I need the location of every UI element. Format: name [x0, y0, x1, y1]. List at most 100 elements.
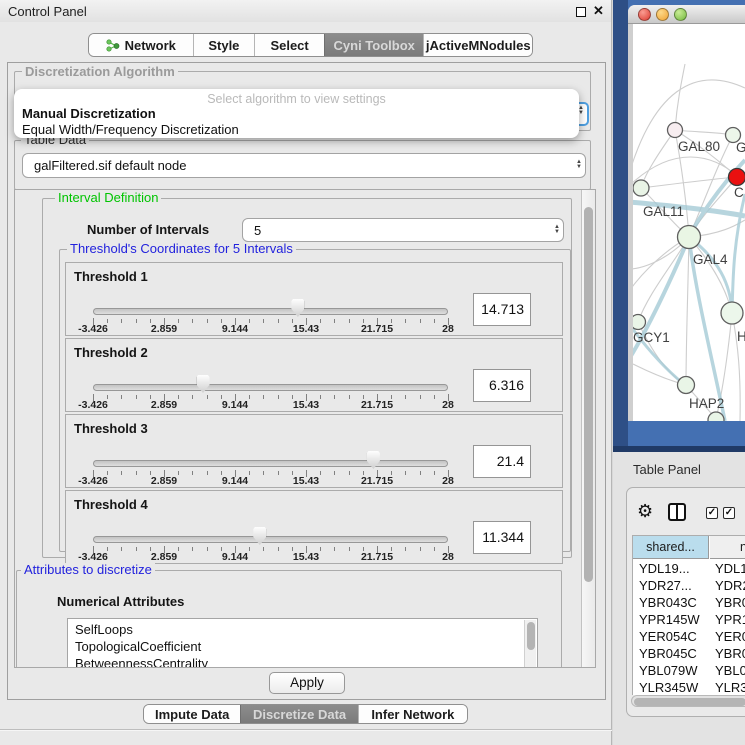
- tab-infer-network[interactable]: Infer Network: [358, 705, 467, 723]
- tab-infer-network-label: Infer Network: [371, 707, 454, 722]
- cell-shared-name: YPR145W: [639, 611, 700, 628]
- table-horizontal-scrollbar-thumb[interactable]: [634, 698, 745, 706]
- bottom-tabbar: Impute Data Discretize Data Infer Networ…: [143, 704, 468, 724]
- spinner-arrows-icon: ▲▼: [576, 160, 582, 170]
- threshold-1-slider-track[interactable]: [93, 308, 448, 315]
- threshold-2-title: Threshold 2: [74, 345, 148, 360]
- tab-impute-data[interactable]: Impute Data: [144, 705, 240, 723]
- table-panel: Table Panel ⚙ ✓ ✓ shared... n YDL19...YD…: [613, 452, 745, 745]
- tab-network-label: Network: [125, 38, 176, 53]
- checkbox-icon[interactable]: ✓: [723, 507, 735, 519]
- threshold-3-slider-track[interactable]: [93, 460, 448, 467]
- table-data-combobox[interactable]: galFiltered.sif default node ▲▼: [22, 153, 586, 178]
- network-mac-window: GAL80 GA C GAL11 GAL4 GCY1 H HAP2: [628, 5, 745, 421]
- threshold-4-value-field[interactable]: 11.344: [473, 521, 531, 554]
- threshold-3-panel: Threshold 3 -3.4262.8599.14415.4321.7152…: [65, 414, 563, 488]
- table-horizontal-scrollbar: [631, 695, 745, 707]
- top-tabbar: Network Style Select Cyni Toolbox jActiv…: [88, 33, 533, 57]
- threshold-2-tick-labels: -3.4262.8599.14415.4321.71528: [93, 399, 448, 411]
- cell-name: YBR0: [715, 594, 745, 611]
- interval-definition-group-title: Interval Definition: [55, 191, 161, 205]
- discretization-algorithm-group-title: Discretization Algorithm: [22, 65, 178, 79]
- tab-select-label: Select: [270, 38, 308, 53]
- threshold-2-value-field[interactable]: 6.316: [473, 369, 531, 402]
- cell-shared-name: YER054C: [639, 628, 697, 645]
- threshold-2-slider-track[interactable]: [93, 384, 448, 391]
- list-scrollbar-thumb[interactable]: [527, 622, 535, 650]
- number-of-intervals-label: Number of Intervals: [87, 222, 209, 237]
- minimize-traffic-light-icon[interactable]: [656, 8, 669, 21]
- network-window-titlebar[interactable]: [628, 5, 745, 24]
- node-label: GA: [736, 140, 745, 155]
- node-label: HAP2: [689, 396, 724, 411]
- network-node[interactable]: [721, 302, 743, 324]
- panel-scrollbar-thumb[interactable]: [584, 207, 593, 582]
- cell-shared-name: YLR345W: [639, 679, 698, 695]
- threshold-1-panel: Threshold 1 -3.4262.8599.14415.4321.7152…: [65, 262, 563, 336]
- network-canvas[interactable]: GAL80 GA C GAL11 GAL4 GCY1 H HAP2: [633, 24, 745, 421]
- dropdown-option-equal-width[interactable]: Equal Width/Frequency Discretization: [22, 122, 239, 137]
- tab-discretize-data-label: Discretize Data: [253, 707, 346, 722]
- control-panel-title: Control Panel: [8, 4, 87, 19]
- list-item[interactable]: BetweennessCentrality: [75, 656, 208, 668]
- zoom-traffic-light-icon[interactable]: [674, 8, 687, 21]
- split-columns-icon[interactable]: [668, 503, 686, 521]
- list-item[interactable]: TopologicalCoefficient: [75, 639, 201, 654]
- column-header-name[interactable]: n: [710, 536, 745, 559]
- cell-shared-name: YBL079W: [639, 662, 698, 679]
- number-of-intervals-combobox[interactable]: 5 ▲▼: [242, 218, 564, 242]
- gear-icon[interactable]: ⚙: [637, 502, 653, 520]
- close-traffic-light-icon[interactable]: [638, 8, 651, 21]
- cell-shared-name: YDL19...: [639, 560, 690, 577]
- tab-jactivemnodules-label: jActiveMNodules: [426, 38, 531, 53]
- list-item[interactable]: SelfLoops: [75, 622, 133, 637]
- float-window-icon[interactable]: [576, 7, 586, 17]
- number-of-intervals-value: 5: [254, 223, 261, 238]
- control-panel-window: Control Panel ✕ Network Style Select: [0, 0, 612, 745]
- settings-scrollpane: Interval Definition Number of Intervals …: [14, 189, 596, 668]
- network-node[interactable]: [678, 226, 701, 249]
- network-node[interactable]: [668, 123, 683, 138]
- cell-name: YDL1: [715, 560, 745, 577]
- dropdown-option-manual[interactable]: Manual Discretization: [22, 106, 156, 121]
- threshold-3-value-field[interactable]: 21.4: [473, 445, 531, 478]
- tab-jactivemnodules[interactable]: jActiveMNodules: [423, 34, 532, 56]
- attributes-group-title: Attributes to discretize: [21, 563, 155, 577]
- cell-name: YDR2: [715, 577, 745, 594]
- tab-cyni-toolbox-label: Cyni Toolbox: [334, 38, 415, 53]
- close-icon[interactable]: ✕: [593, 3, 604, 19]
- dropdown-placeholder-item[interactable]: Select algorithm to view settings: [14, 92, 579, 106]
- panel-scrollbar: [581, 190, 595, 667]
- cyni-toolbox-panel: Discretization Algorithm ▲▼ Select algor…: [7, 62, 606, 700]
- table-data-combobox-value: galFiltered.sif default node: [34, 158, 186, 173]
- cell-name: YER0: [715, 628, 745, 645]
- tab-impute-data-label: Impute Data: [155, 707, 229, 722]
- tab-network[interactable]: Network: [89, 34, 193, 56]
- column-header-shared-name[interactable]: shared...: [633, 536, 709, 559]
- network-icon: [106, 39, 120, 52]
- tab-select[interactable]: Select: [254, 34, 324, 56]
- cell-shared-name: YBR043C: [639, 594, 697, 611]
- tab-discretize-data[interactable]: Discretize Data: [240, 705, 357, 723]
- network-nodes[interactable]: [633, 123, 745, 422]
- node-label: GAL4: [693, 252, 728, 267]
- tab-style[interactable]: Style: [193, 34, 255, 56]
- network-node[interactable]: [678, 377, 695, 394]
- cell-name: YLR3: [715, 679, 745, 695]
- cell-name: YBR0: [715, 645, 745, 662]
- tab-cyni-toolbox[interactable]: Cyni Toolbox: [324, 34, 424, 56]
- threshold-2-panel: Threshold 2 -3.4262.8599.14415.4321.7152…: [65, 338, 563, 412]
- network-node[interactable]: [633, 315, 646, 330]
- cell-name: YPR1: [715, 611, 745, 628]
- network-node-selected[interactable]: [729, 169, 745, 186]
- threshold-4-panel: Threshold 4 -3.4262.8599.14415.4321.7152…: [65, 490, 563, 564]
- node-label: C: [734, 185, 744, 200]
- network-node[interactable]: [633, 180, 649, 196]
- apply-button[interactable]: Apply: [269, 672, 345, 694]
- threshold-4-slider-track[interactable]: [93, 536, 448, 543]
- threshold-1-value-field[interactable]: 14.713: [473, 293, 531, 326]
- thresholds-group-title: Threshold's Coordinates for 5 Intervals: [67, 242, 296, 256]
- threshold-4-title: Threshold 4: [74, 497, 148, 512]
- checkbox-icon[interactable]: ✓: [706, 507, 718, 519]
- threshold-1-tick-labels: -3.4262.8599.14415.4321.71528: [93, 323, 448, 335]
